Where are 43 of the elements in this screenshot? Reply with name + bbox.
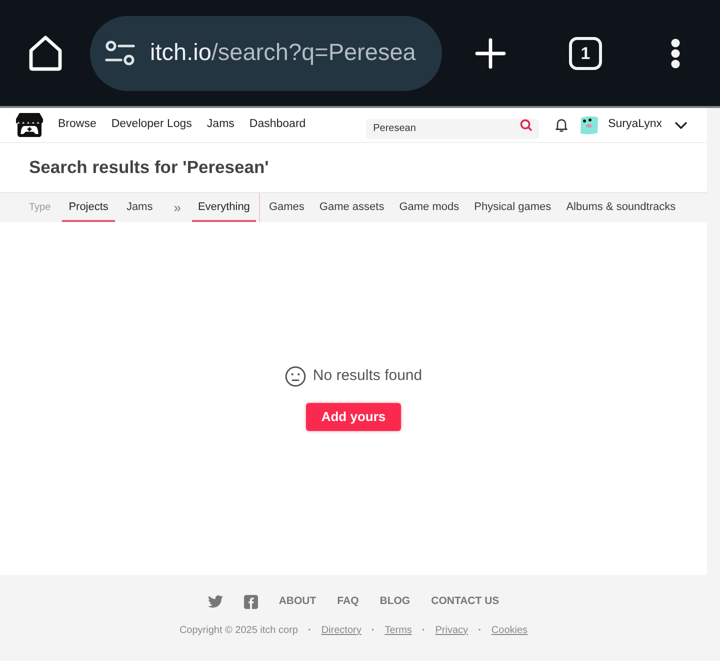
add-yours-button[interactable]: Add yours	[306, 402, 401, 430]
sad-face-icon	[284, 366, 306, 387]
nav-link[interactable]: Jams	[206, 116, 234, 134]
home-icon[interactable]	[28, 35, 63, 71]
separator-dot: ·	[371, 624, 375, 638]
plus-icon[interactable]	[475, 38, 506, 68]
filter-tab[interactable]: Projects	[62, 193, 116, 222]
footer-link[interactable]: FAQ	[337, 594, 359, 610]
footer-link[interactable]: CONTACT US	[431, 594, 500, 610]
empty-message: No results found	[312, 366, 422, 386]
menu-icon[interactable]	[670, 38, 681, 68]
filter-tab[interactable]: Games	[262, 193, 310, 222]
site-settings-icon[interactable]	[105, 40, 135, 66]
nav-link[interactable]: Browse	[58, 116, 96, 134]
footer-link[interactable]: BLOG	[380, 594, 410, 610]
filter-tab[interactable]: Everything	[192, 193, 256, 222]
bell-icon[interactable]	[555, 118, 568, 132]
separator-dot: ·	[478, 624, 482, 638]
tab-switcher-button[interactable]: 1	[569, 36, 602, 70]
filter-tab[interactable]: Game assets	[313, 193, 390, 222]
filter-label: Type	[29, 201, 51, 215]
search-icon[interactable]	[520, 119, 532, 131]
address-bar[interactable]: itch.io/search?q=Peresea	[90, 16, 442, 90]
twitter-bird-icon[interactable]	[208, 595, 223, 608]
site-logo-icon[interactable]	[16, 113, 43, 137]
chevron-down-icon[interactable]	[675, 122, 687, 128]
filter-tab[interactable]: Physical games	[468, 193, 558, 222]
nav-link[interactable]: Developer Logs	[111, 116, 192, 134]
facebook-icon[interactable]	[244, 594, 258, 609]
nav-link[interactable]: Dashboard	[249, 116, 306, 134]
copyright-text: Copyright © 2025 itch corp	[179, 624, 298, 638]
filter-tab[interactable]: Game mods	[393, 193, 466, 222]
filter-tab[interactable]: Albums & soundtracks	[560, 193, 682, 222]
username-link[interactable]: SuryaLynx	[608, 116, 662, 134]
separator-dot: ·	[422, 624, 426, 638]
filter-tab[interactable]: Jams	[119, 193, 160, 222]
url-text: itch.io/search?q=Peresea	[150, 41, 416, 65]
separator-dot: ·	[308, 624, 312, 638]
separator-chevrons: »	[174, 201, 181, 214]
page-title: Search results for 'Peresean'	[29, 156, 269, 180]
search-field[interactable]: Peresean	[366, 118, 540, 138]
footer-link[interactable]: ABOUT	[278, 594, 316, 610]
avatar-icon	[579, 115, 600, 135]
